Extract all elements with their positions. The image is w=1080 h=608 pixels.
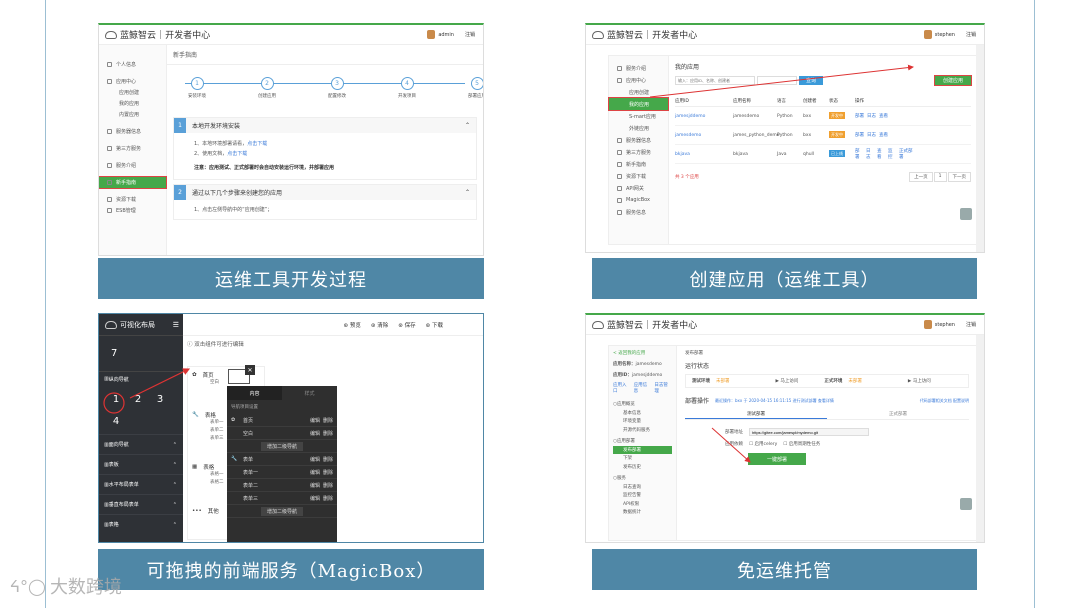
watermark-text: 大数跨境 — [49, 577, 122, 598]
arrow-create — [649, 64, 914, 98]
watermark-logo-icon: ᔦ°◯ — [10, 576, 46, 596]
annotation-arrows — [103, 64, 914, 463]
arrow-deploy — [711, 427, 751, 463]
circle-highlight — [103, 392, 125, 414]
arrow-drag — [129, 368, 191, 399]
watermark: ᔦ°◯ 大数跨境 — [10, 573, 122, 599]
